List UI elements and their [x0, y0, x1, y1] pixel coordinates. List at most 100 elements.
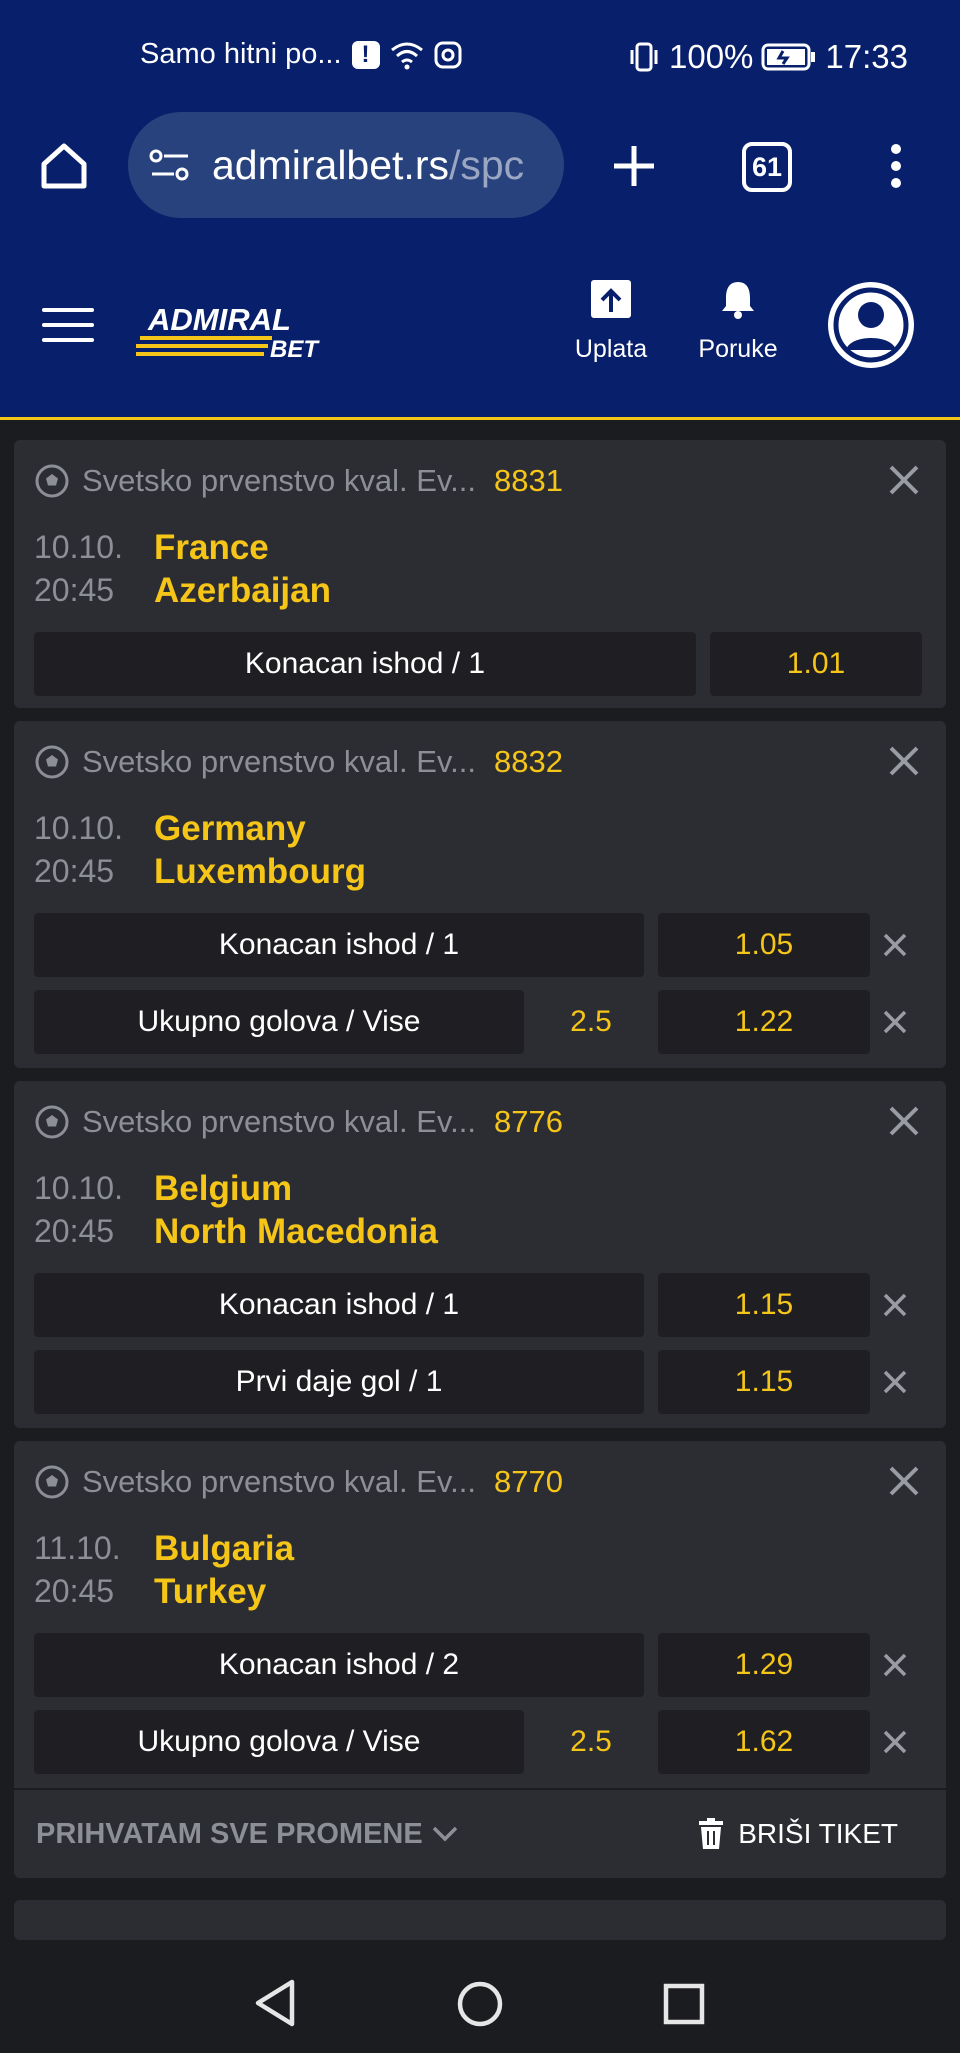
- remove-selection-icon[interactable]: [870, 1292, 920, 1318]
- user-avatar-icon[interactable]: [828, 282, 914, 368]
- league-line: Svetsko prvenstvo kval. Ev... 8832: [34, 741, 926, 783]
- home-circle-icon[interactable]: [456, 1980, 504, 2028]
- bell-icon: [722, 282, 754, 319]
- selection-row: Konacan ishod / 2 1.29: [34, 1633, 926, 1697]
- clock: 17:33: [825, 38, 908, 75]
- remove-match-icon[interactable]: [886, 743, 922, 779]
- home-team: Germany: [154, 809, 306, 848]
- bet-slip: Svetsko prvenstvo kval. Ev... 8831 10.10…: [0, 440, 960, 1940]
- selection-pick[interactable]: Prvi daje gol / 1: [34, 1350, 644, 1414]
- away-team: Luxembourg: [154, 852, 366, 891]
- selection-pick[interactable]: Konacan ishod / 1: [34, 1273, 644, 1337]
- selection-pick[interactable]: Konacan ishod / 2: [34, 1633, 644, 1697]
- selection-odd[interactable]: 1.01: [710, 632, 922, 696]
- selection-row: Prvi daje gol / 1 1.15: [34, 1350, 926, 1414]
- selection-row: Konacan ishod / 1 1.15: [34, 1273, 926, 1337]
- selection-pick[interactable]: Konacan ishod / 1: [34, 913, 644, 977]
- slip-footer: PRIHVATAM SVE PROMENE BRIŠI TIKET: [14, 1788, 946, 1878]
- trash-icon: [699, 1818, 724, 1849]
- bet-card: Svetsko prvenstvo kval. Ev... 8776 10.10…: [14, 1081, 946, 1428]
- soccer-ball-icon: [35, 745, 69, 779]
- remove-match-icon[interactable]: [886, 1103, 922, 1139]
- selection-odd[interactable]: 1.05: [658, 913, 870, 977]
- deposit-label: Uplata: [574, 335, 648, 363]
- selection-value: 2.5: [570, 1725, 612, 1758]
- match-time: 20:45: [34, 1213, 115, 1249]
- deposit-button[interactable]: Uplata: [566, 278, 656, 364]
- league-line: Svetsko prvenstvo kval. Ev... 8831: [34, 460, 926, 502]
- selection-odd[interactable]: 1.15: [658, 1350, 870, 1414]
- admiralbet-logo[interactable]: ADMIRAL BET: [132, 300, 336, 363]
- match-info: 10.10. 20:45 France Azerbaijan: [34, 526, 926, 612]
- tab-count-button[interactable]: 61: [742, 142, 792, 192]
- league-line: Svetsko prvenstvo kval. Ev... 8776: [34, 1101, 926, 1143]
- remove-match-icon[interactable]: [886, 1463, 922, 1499]
- address-bar[interactable]: admiralbet.rs/spc: [128, 112, 564, 218]
- match-date: 10.10.: [34, 529, 123, 565]
- home-team: Belgium: [154, 1169, 293, 1208]
- remove-match-icon[interactable]: [886, 462, 922, 498]
- selection-odd[interactable]: 1.29: [658, 1633, 870, 1697]
- selection-value: 2.5: [570, 1005, 612, 1038]
- selection-pick[interactable]: Ukupno golova / Vise: [34, 1710, 524, 1774]
- delete-ticket-label: BRIŠI TIKET: [738, 1818, 898, 1849]
- logo-text-top: ADMIRAL: [147, 302, 291, 337]
- next-section-peek: [14, 1900, 946, 1940]
- league-line: Svetsko prvenstvo kval. Ev... 8770: [34, 1461, 926, 1503]
- alert-icon: !: [351, 40, 380, 69]
- remove-selection-icon[interactable]: [870, 1652, 920, 1678]
- selection-odd[interactable]: 1.62: [658, 1710, 870, 1774]
- url-path: /spc: [448, 141, 525, 188]
- selection-odd[interactable]: 1.15: [658, 1273, 870, 1337]
- new-tab-icon[interactable]: [608, 140, 660, 192]
- away-team: North Macedonia: [154, 1212, 438, 1251]
- delete-ticket-button[interactable]: BRIŠI TIKET: [698, 1818, 898, 1850]
- battery-percent: 100%: [669, 38, 754, 75]
- match-info: 10.10. 20:45 Belgium North Macedonia: [34, 1167, 926, 1253]
- status-bar: Samo hitni po... ! 100% 17:33: [0, 0, 960, 112]
- remove-selection-icon[interactable]: [870, 1369, 920, 1395]
- bet-card: Svetsko prvenstvo kval. Ev... 8770 11.10…: [14, 1441, 946, 1788]
- messages-label: Poruke: [698, 335, 778, 363]
- soccer-ball-icon: [35, 464, 69, 498]
- site-settings-icon[interactable]: [148, 147, 192, 183]
- away-team: Turkey: [154, 1572, 267, 1611]
- accept-all-changes-toggle[interactable]: PRIHVATAM SVE PROMENE: [36, 1818, 459, 1851]
- selection-row: Konacan ishod / 1 1.05: [34, 913, 926, 977]
- more-menu-icon[interactable]: [880, 140, 912, 192]
- wifi-icon: [390, 42, 423, 69]
- browser-toolbar: admiralbet.rs/spc 61: [0, 112, 960, 220]
- instagram-icon: [434, 41, 461, 68]
- match-time: 20:45: [34, 572, 115, 608]
- selection-pick[interactable]: Ukupno golova / Vise: [34, 990, 524, 1054]
- remove-selection-icon[interactable]: [870, 1729, 920, 1755]
- match-date: 10.10.: [34, 1170, 123, 1206]
- remove-selection-icon[interactable]: [870, 932, 920, 958]
- league-name: Svetsko prvenstvo kval. Ev...: [82, 463, 476, 498]
- home-icon[interactable]: [36, 138, 92, 194]
- match-code: 8832: [493, 744, 563, 779]
- match-code: 8831: [493, 463, 563, 498]
- messages-button[interactable]: Poruke: [692, 278, 784, 364]
- home-team: France: [154, 528, 269, 567]
- logo-text-bottom: BET: [270, 336, 320, 362]
- bet-card: Svetsko prvenstvo kval. Ev... 8831 10.10…: [14, 440, 946, 708]
- selection-odd[interactable]: 1.22: [658, 990, 870, 1054]
- home-team: Bulgaria: [154, 1529, 295, 1568]
- match-info: 10.10. 20:45 Germany Luxembourg: [34, 807, 926, 893]
- back-icon[interactable]: [252, 1978, 298, 2028]
- url-host: admiralbet.rs: [212, 141, 449, 188]
- soccer-ball-icon: [35, 1465, 69, 1499]
- match-date: 10.10.: [34, 810, 123, 846]
- site-header: ADMIRAL BET Uplata Poruke: [0, 250, 960, 400]
- selection-row: Ukupno golova / Vise 2.5 1.62: [34, 1710, 926, 1774]
- match-time: 20:45: [34, 853, 115, 889]
- selection-row: Konacan ishod / 1 1.01: [34, 632, 926, 696]
- android-nav-bar: [0, 1948, 960, 2053]
- selection-pick[interactable]: Konacan ishod / 1: [34, 632, 696, 696]
- recents-icon[interactable]: [662, 1982, 706, 2026]
- league-name: Svetsko prvenstvo kval. Ev...: [82, 1464, 476, 1499]
- hamburger-menu-icon[interactable]: [42, 308, 94, 353]
- vibrate-icon: [630, 42, 658, 72]
- remove-selection-icon[interactable]: [870, 1009, 920, 1035]
